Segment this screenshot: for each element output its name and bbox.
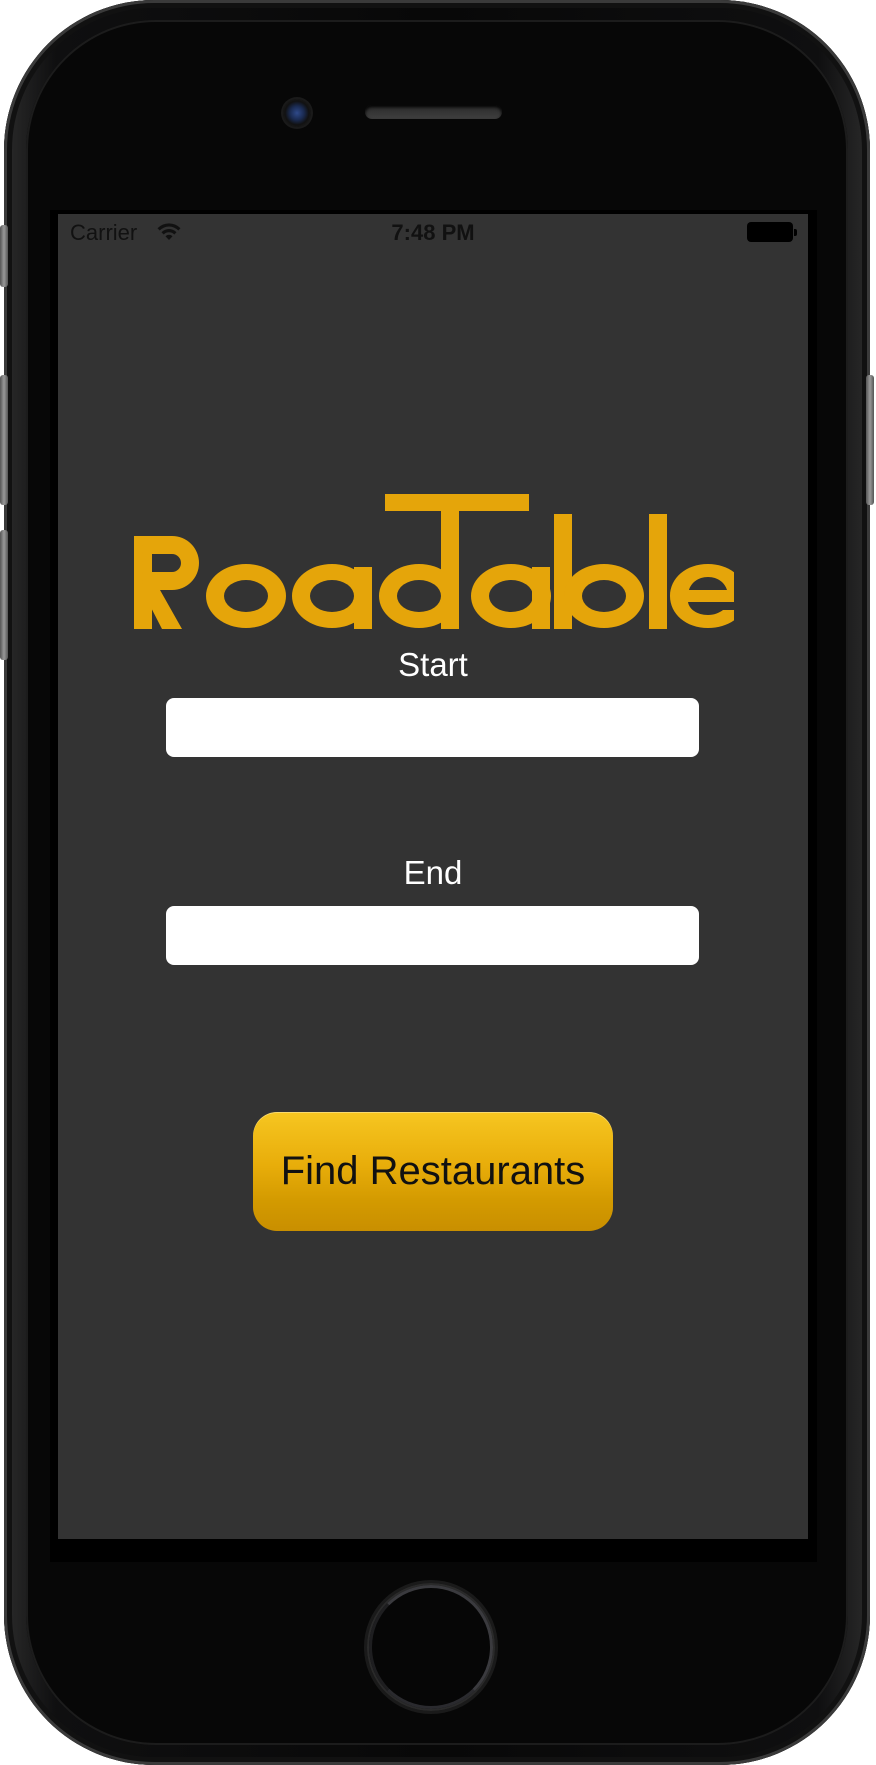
app-screen: Carrier 7:48 PM Start End Find Restauran… [58,214,808,1539]
roadtable-logo [134,494,734,629]
start-input[interactable] [166,698,699,757]
mute-switch [0,225,8,287]
home-button-ring [369,1585,493,1709]
clock: 7:48 PM [391,220,475,245]
start-label: Start [398,646,468,683]
earpiece-speaker-icon [365,105,502,119]
status-bar: Carrier 7:48 PM [58,214,808,254]
front-camera-icon [283,99,311,127]
end-input[interactable] [166,906,699,965]
battery-icon [748,223,792,241]
find-restaurants-button[interactable]: Find Restaurants [253,1112,613,1231]
volume-down-button [0,530,8,660]
battery-cap [794,229,797,236]
end-label: End [403,854,463,891]
volume-up-button [0,375,8,505]
power-button [866,375,874,505]
